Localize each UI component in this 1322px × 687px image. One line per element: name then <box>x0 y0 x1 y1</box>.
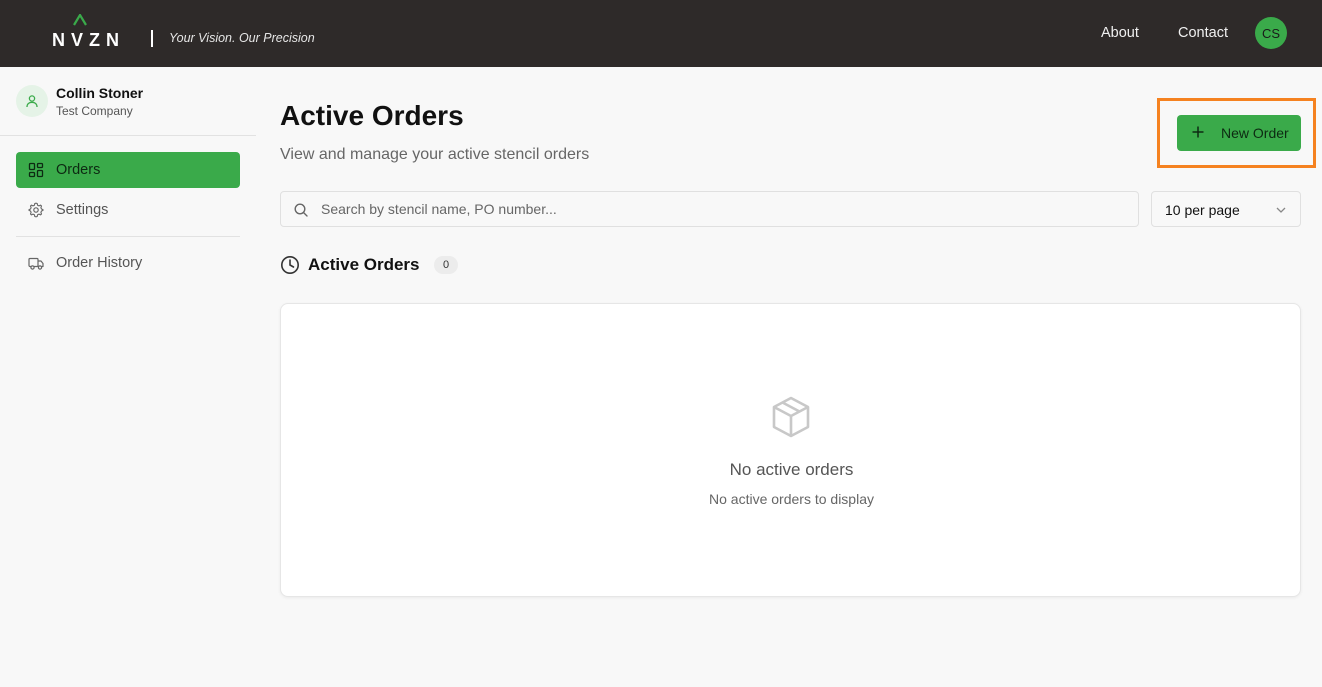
nvzn-logo[interactable]: NVZN <box>52 14 128 50</box>
logo-caret-icon <box>73 14 87 26</box>
header-divider <box>151 30 153 47</box>
page-subtitle: View and manage your active stencil orde… <box>280 146 590 163</box>
per-page-value: 10 per page <box>1165 202 1240 218</box>
new-order-button[interactable]: New Order <box>1177 115 1301 151</box>
empty-state-card: No active orders No active orders to dis… <box>280 303 1301 597</box>
user-avatar-button[interactable]: CS <box>1255 17 1287 49</box>
page-title: Active Orders <box>280 100 464 131</box>
plus-icon <box>1192 126 1204 138</box>
sidebar-item-settings[interactable]: Settings <box>16 192 240 228</box>
search-box <box>280 191 1139 227</box>
sidebar-item-orders[interactable]: Orders <box>16 152 240 188</box>
top-navbar: NVZN Your Vision. Our Precision About Co… <box>0 0 1322 67</box>
sidebar-divider <box>16 236 240 237</box>
tagline: Your Vision. Our Precision <box>169 31 315 45</box>
sidebar-item-label: Orders <box>56 162 101 178</box>
clock-icon <box>281 256 299 274</box>
empty-state-subtitle: No active orders to display <box>709 491 874 507</box>
search-input[interactable] <box>321 192 1121 226</box>
section-title: Active Orders <box>308 255 420 274</box>
user-company: Test Company <box>56 104 133 118</box>
sidebar-item-label: Order History <box>56 255 143 271</box>
sidebar: Collin Stoner Test Company Orders Settin… <box>0 67 256 687</box>
user-icon <box>26 95 38 108</box>
truck-icon <box>28 257 44 270</box>
logo-text: NVZN <box>52 30 125 50</box>
sidebar-item-label: Settings <box>56 202 109 218</box>
gear-icon <box>28 202 44 218</box>
order-count-badge: 0 <box>434 256 458 274</box>
search-icon <box>294 203 308 217</box>
sidebar-item-order-history[interactable]: Order History <box>16 245 240 281</box>
chevron-down-icon <box>1276 207 1286 213</box>
empty-state-title: No active orders <box>729 460 854 479</box>
nav-contact-link[interactable]: Contact <box>1178 25 1228 41</box>
user-name: Collin Stoner <box>56 85 144 101</box>
grid-icon <box>28 162 44 178</box>
package-icon <box>772 396 810 438</box>
nav-about-link[interactable]: About <box>1101 25 1139 41</box>
per-page-select[interactable]: 10 per page <box>1151 191 1301 227</box>
user-avatar <box>16 85 48 117</box>
user-profile: Collin Stoner Test Company <box>16 85 256 135</box>
new-order-label: New Order <box>1221 125 1289 141</box>
sidebar-divider <box>0 135 256 136</box>
